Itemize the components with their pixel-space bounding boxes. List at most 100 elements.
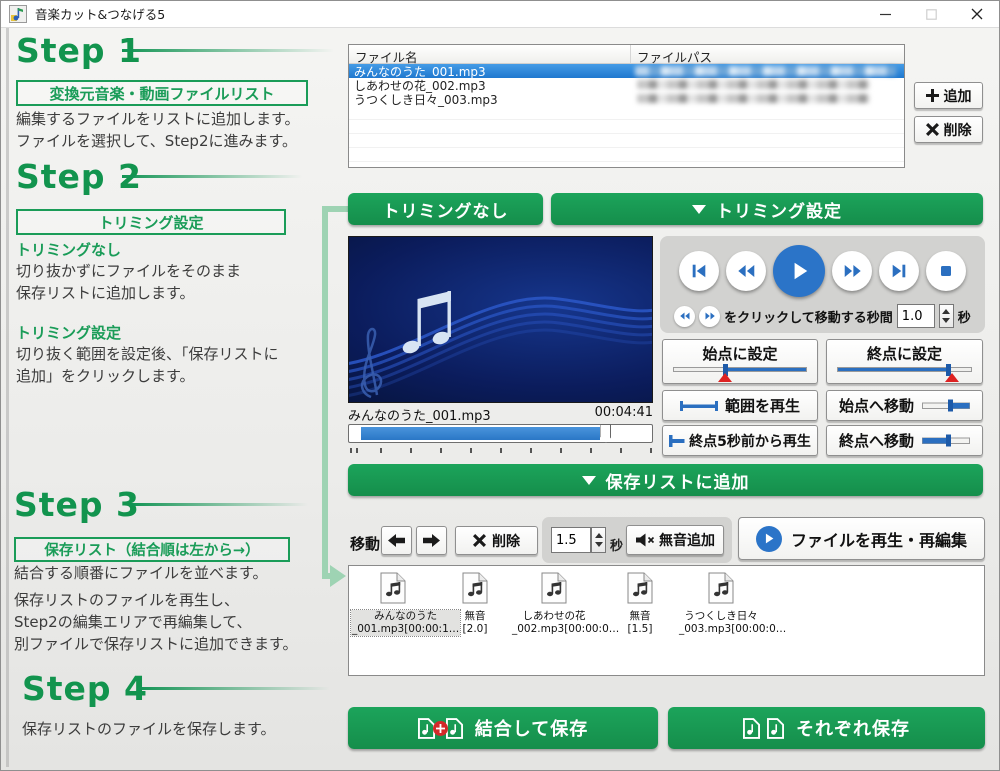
close-button[interactable] — [954, 0, 1000, 28]
step1-line1: 編集するファイルをリストに追加します。 — [16, 110, 300, 128]
delete-save-item-button[interactable]: 削除 — [455, 526, 538, 555]
move-right-button[interactable] — [416, 526, 447, 555]
add-to-save-list-label: 保存リストに追加 — [606, 468, 750, 493]
rewind-button[interactable] — [726, 251, 766, 291]
save-list[interactable]: みんなのうた_001.mp3[00:00:1… 無音[2.0] しあわせの花_0… — [348, 565, 985, 676]
fast-forward-button[interactable] — [832, 251, 872, 291]
spin-down-icon — [595, 542, 603, 547]
close-icon — [971, 8, 983, 20]
go-start-slider-icon — [922, 399, 970, 412]
seek-step-unit: 秒 — [958, 307, 971, 326]
set-end-point-button[interactable]: 終点に設定 — [826, 339, 983, 384]
delete-file-button[interactable]: 削除 — [914, 116, 983, 143]
add-to-save-list-button[interactable]: 保存リストに追加 — [348, 464, 983, 496]
minimize-button[interactable] — [862, 0, 908, 28]
minimize-icon — [880, 9, 891, 20]
stop-button[interactable] — [926, 251, 966, 291]
seek-seconds-spinner[interactable] — [939, 304, 954, 328]
step3-line1: 結合する順番にファイルを並べます。 — [14, 562, 268, 584]
save-each-label: それぞれ保存 — [796, 715, 910, 741]
mute-icon — [635, 533, 655, 547]
silence-seconds-spinner[interactable] — [591, 527, 606, 553]
blurred-file-path — [637, 94, 870, 103]
save-item-label: 無音[1.5] — [598, 610, 682, 636]
play-button[interactable] — [773, 245, 825, 297]
plus-badge-icon — [433, 721, 448, 736]
rewind-icon — [737, 262, 756, 280]
skip-to-end-button[interactable] — [879, 251, 919, 291]
play-reedit-button[interactable]: ファイルを再生・再編集 — [738, 517, 985, 560]
skip-to-start-button[interactable] — [679, 251, 719, 291]
maximize-button[interactable] — [908, 0, 954, 28]
save-list-item[interactable]: うつくしき日々_003.mp3[00:00:0… — [679, 572, 763, 636]
play-range-button[interactable]: 範囲を再生 — [662, 390, 818, 421]
step4-heading: Step 4 — [22, 669, 148, 708]
x-icon — [473, 534, 486, 547]
audio-file-icon — [462, 572, 488, 604]
trackbar-thumb[interactable] — [600, 424, 611, 443]
set-start-label: 始点に設定 — [702, 343, 777, 364]
save-item-label: うつくしき日々_003.mp3[00:00:0… — [679, 610, 763, 636]
set-start-point-button[interactable]: 始点に設定 — [662, 339, 818, 384]
step4-rule — [138, 687, 330, 690]
delete-save-item-label: 削除 — [492, 531, 520, 551]
step3-rule — [130, 503, 308, 506]
step3-box-label: 保存リスト（結合順は左から→） — [14, 537, 290, 562]
table-header-row: ファイル名 ファイルパス — [349, 45, 904, 64]
audio-file-icon — [380, 572, 406, 604]
move-left-button[interactable] — [381, 526, 412, 555]
trackbar-fill — [361, 427, 600, 440]
save-item-label: しあわせの花_002.mp3[00:00:0… — [512, 610, 596, 636]
go-to-end-button[interactable]: 終点へ移動 — [826, 425, 983, 456]
add-silence-button[interactable]: 無音追加 — [626, 525, 724, 555]
trim-none-button[interactable]: トリミングなし — [348, 193, 543, 225]
title-bar: 音楽カット&つなげる5 — [0, 0, 1000, 28]
play-range-label: 範囲を再生 — [725, 395, 800, 416]
add-file-button[interactable]: 追加 — [914, 82, 983, 109]
save-list-item[interactable]: みんなのうた_001.mp3[00:00:1… — [351, 572, 435, 636]
blurred-file-path — [637, 80, 870, 89]
music-artwork — [349, 237, 653, 403]
set-end-label: 終点に設定 — [867, 343, 942, 364]
save-list-item[interactable]: 無音[2.0] — [433, 572, 517, 636]
step2-sub1-line2: 保存リストに追加します。 — [16, 284, 195, 302]
video-preview[interactable] — [348, 236, 653, 403]
down-triangle-icon — [692, 205, 706, 214]
column-header-filename[interactable]: ファイル名 — [349, 45, 631, 63]
fast-forward-mini-icon — [699, 306, 720, 327]
table-row[interactable]: うつくしき日々_003.mp3 — [349, 92, 904, 106]
add-silence-label: 無音追加 — [659, 530, 715, 550]
step3-heading: Step 3 — [14, 485, 140, 524]
seek-seconds-input[interactable] — [897, 304, 935, 328]
save-list-item[interactable]: 無音[1.5] — [598, 572, 682, 636]
set-start-slider — [673, 367, 807, 372]
go-to-start-button[interactable]: 始点へ移動 — [826, 390, 983, 421]
silence-seconds-input[interactable] — [551, 527, 591, 553]
add-file-label: 追加 — [944, 86, 972, 106]
file-path-cell — [631, 78, 904, 92]
step3-line4: 別ファイルで保存リストに追加できます。 — [14, 635, 298, 653]
step2-box-label: トリミング設定 — [16, 209, 286, 235]
x-icon — [926, 123, 939, 136]
save-list-item[interactable]: しあわせの花_002.mp3[00:00:0… — [512, 572, 596, 636]
trim-none-label: トリミングなし — [383, 197, 509, 222]
fast-forward-icon — [843, 262, 862, 280]
trim-settings-button[interactable]: トリミング設定 — [551, 193, 983, 225]
preview-time: 00:04:41 — [595, 405, 653, 421]
before-end-icon — [669, 434, 685, 448]
step1-description: 編集するファイルをリストに追加します。 ファイルを選択して、Step2に進みます… — [16, 108, 300, 152]
play-before-end-button[interactable]: 終点5秒前から再生 — [662, 425, 818, 456]
step1-line2: ファイルを選択して、Step2に進みます。 — [16, 132, 297, 150]
arrow-left-icon — [388, 534, 405, 547]
column-header-filepath[interactable]: ファイルパス — [631, 45, 904, 63]
step2-sub1-line1: 切り抜かずにファイルをそのまま — [16, 262, 241, 280]
preview-filename: みんなのうた_001.mp3 — [348, 405, 491, 421]
audio-file-icon — [541, 572, 567, 604]
save-each-button[interactable]: それぞれ保存 — [668, 707, 985, 749]
seek-trackbar[interactable] — [348, 424, 653, 443]
arrow-right-icon — [423, 534, 440, 547]
file-path-cell — [631, 92, 904, 106]
source-file-table: ファイル名 ファイルパス みんなのうた_001.mp3 しあわせの花_002.m… — [348, 44, 905, 168]
merge-save-button[interactable]: 結合して保存 — [348, 707, 658, 749]
play-icon — [788, 260, 810, 282]
